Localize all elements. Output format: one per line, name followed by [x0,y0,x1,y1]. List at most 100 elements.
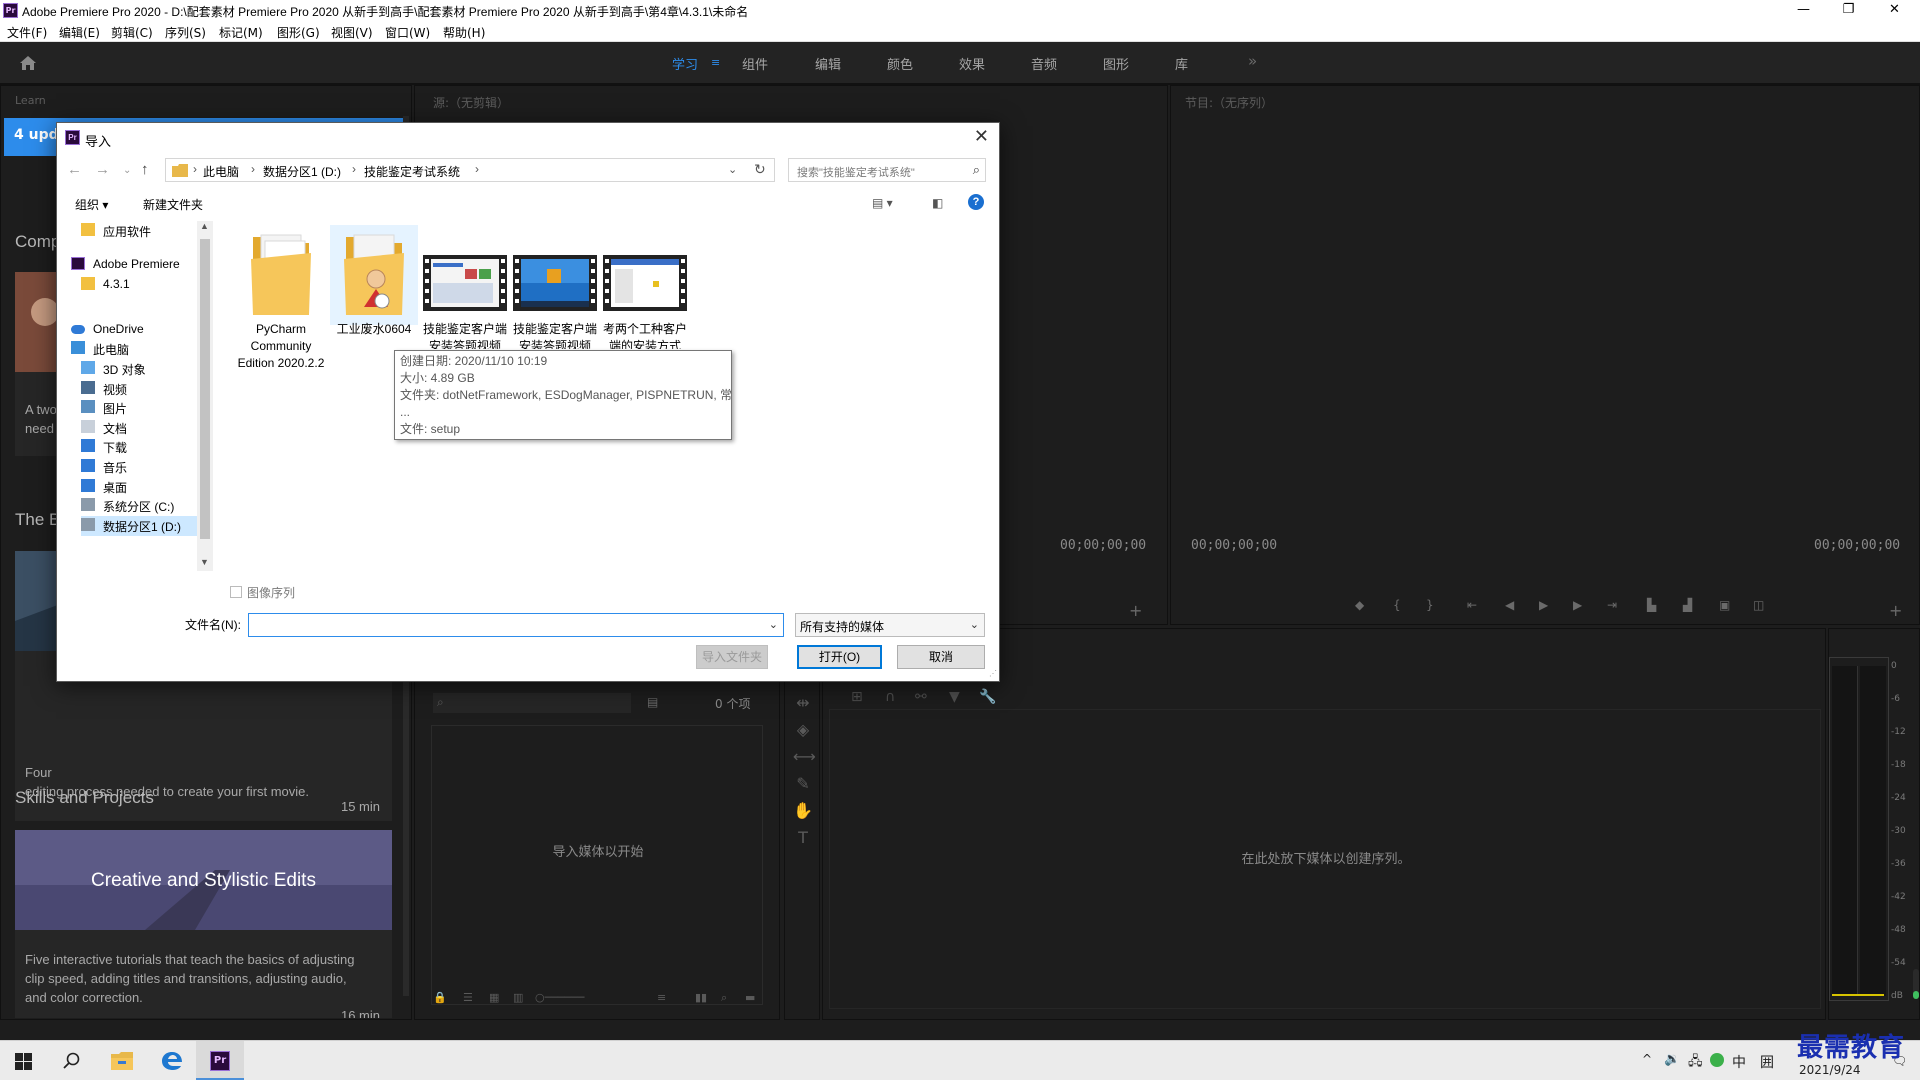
step-back-icon[interactable]: ◀ [1505,598,1514,612]
menu-graphics[interactable]: 图形(G) [277,24,320,41]
razor-icon[interactable]: ◈ [793,716,813,743]
workspace-graphics[interactable]: 图形 [1103,54,1129,73]
project-drop-area[interactable]: 导入媒体以开始 [431,725,763,1005]
tree-item[interactable]: 文档 [81,418,213,438]
menu-sequence[interactable]: 序列(S) [165,24,206,41]
help-icon[interactable]: ? [968,194,984,210]
learn-tab[interactable]: Learn [15,94,46,107]
cancel-button[interactable]: 取消 [897,645,985,669]
filename-input[interactable]: ⌄ [248,613,784,637]
close-icon[interactable]: ✕ [1872,0,1917,21]
preview-pane-icon[interactable]: ◧ [932,196,943,210]
breadcrumb-this-pc[interactable]: 此电脑 [203,163,239,180]
find-icon[interactable]: ⌕ [721,991,727,1005]
edge-button[interactable] [148,1041,196,1080]
start-button[interactable] [0,1041,48,1080]
project-search-input[interactable]: ⌕ [433,693,631,713]
tree-item[interactable]: 音乐 [81,457,213,477]
security-icon[interactable] [1710,1053,1724,1067]
menu-file[interactable]: 文件(F) [7,24,47,41]
mark-in-icon[interactable]: { [1393,598,1401,612]
maximize-icon[interactable]: ❐ [1826,0,1871,21]
menu-window[interactable]: 窗口(W) [385,24,430,41]
program-tab[interactable]: 节目:（无序列） [1185,94,1273,111]
navigation-scrollbar[interactable]: ▲ ▼ [197,221,213,571]
tree-item[interactable]: OneDrive [71,320,213,340]
scroll-up-icon[interactable]: ▲ [200,221,209,231]
workspace-editing[interactable]: 编辑 [815,54,841,73]
tree-item[interactable]: 此电脑 [71,339,213,359]
change-view-icon[interactable]: ▤ ▾ [872,196,893,210]
file-item[interactable]: 工业废水0604 [330,225,418,336]
ime-mode-indicator[interactable]: 囲 [1760,1052,1774,1072]
tutorial-card[interactable]: Creative and Stylistic Edits Five intera… [15,830,392,1018]
workspace-assembly[interactable]: 组件 [742,54,768,73]
volume-icon[interactable]: 🔉 [1664,1052,1680,1067]
resize-grip-icon[interactable]: ⋰ [989,669,997,678]
lift-icon[interactable]: ▙ [1647,598,1656,612]
show-hidden-icons[interactable]: ^ [1642,1052,1652,1066]
image-sequence-checkbox[interactable] [230,586,242,598]
dialog-close-icon[interactable]: ✕ [974,126,989,147]
step-forward-icon[interactable]: ▶ [1573,598,1582,612]
go-to-out-icon[interactable]: ⇥ [1607,598,1617,612]
tree-item[interactable]: 系统分区 (C:) [81,496,213,516]
forward-icon[interactable]: → [95,161,110,178]
lock-icon[interactable]: 🔒 [433,991,447,1004]
add-button-icon[interactable]: + [1129,601,1142,620]
more-workspaces-icon[interactable]: » [1248,52,1257,70]
pen-icon[interactable]: ✎ [793,770,813,797]
open-button[interactable]: 打开(O) [797,645,882,669]
tree-item[interactable]: Adobe Premiere [71,255,213,275]
freeform-view-icon[interactable]: ▥ [513,991,523,1004]
back-icon[interactable]: ← [67,161,82,178]
menu-help[interactable]: 帮助(H) [443,24,485,41]
new-bin-icon[interactable]: ▬ [745,991,755,1004]
mark-out-icon[interactable]: } [1426,598,1434,612]
network-icon[interactable]: 🖧 [1688,1052,1703,1074]
file-type-select[interactable]: 所有支持的媒体 ⌄ [795,613,985,637]
menu-edit[interactable]: 编辑(E) [59,24,100,41]
address-bar[interactable]: › 此电脑 › 数据分区1 (D:) › 技能鉴定考试系统 › ⌄ ↻ [165,158,775,182]
tree-item[interactable]: 3D 对象 [81,359,213,379]
breadcrumb-drive-d[interactable]: 数据分区1 (D:) [263,163,341,180]
recent-locations-icon[interactable]: ⌄ [123,165,131,176]
nest-icon[interactable]: ⊞ [851,689,863,705]
go-to-in-icon[interactable]: ⇤ [1467,598,1477,612]
slip-icon[interactable]: ⟷ [793,743,816,770]
breadcrumb-folder[interactable]: 技能鉴定考试系统 [364,163,460,180]
list-view-icon[interactable]: ☰ [463,991,473,1004]
file-item[interactable]: PyCharm Community Edition 2020.2.2 [237,225,325,370]
sort-icon[interactable]: ≡ [657,991,666,1004]
refresh-icon[interactable]: ↻ [754,161,766,178]
workspace-audio[interactable]: 音频 [1031,54,1057,73]
address-dropdown-icon[interactable]: ⌄ [728,163,737,176]
tree-item[interactable]: 下载 [81,437,213,457]
workspace-libraries[interactable]: 库 [1175,54,1188,73]
snap-icon[interactable]: ∩ [885,689,895,705]
filename-dropdown-icon[interactable]: ⌄ [769,618,778,631]
source-tab[interactable]: 源:（无剪辑） [433,94,509,111]
menu-clip[interactable]: 剪辑(C) [111,24,153,41]
linked-selection-icon[interactable]: ⚯ [915,689,927,705]
menu-markers[interactable]: 标记(M) [219,24,263,41]
tree-item[interactable]: 数据分区1 (D:) [81,515,213,536]
file-item[interactable]: 技能鉴定客户端安装答题视频 [421,225,509,349]
comparison-view-icon[interactable]: ◫ [1753,598,1764,612]
search-input[interactable]: 搜索"技能鉴定考试系统" ⌕ [788,158,986,182]
search-button[interactable] [48,1041,96,1080]
file-explorer-button[interactable] [98,1041,146,1080]
up-icon[interactable]: ↑ [141,161,149,178]
meter-solo-toggle[interactable] [1913,969,1919,999]
type-icon[interactable]: T [793,824,813,851]
tree-item[interactable]: 视频 [81,379,213,399]
add-marker-icon[interactable]: ▼ [949,689,960,705]
timeline-drop-area[interactable]: 在此处放下媒体以创建序列。 [829,709,1821,1009]
scroll-down-icon[interactable]: ▼ [200,557,209,567]
scrollbar-thumb[interactable] [200,239,210,539]
add-button-icon[interactable]: + [1889,601,1902,620]
workspace-effects[interactable]: 效果 [959,54,985,73]
tree-item[interactable]: 应用软件 [81,221,213,241]
file-item[interactable]: 考两个工种客户端的安装方式 [601,225,689,349]
icon-view-icon[interactable]: ▦ [489,991,499,1004]
